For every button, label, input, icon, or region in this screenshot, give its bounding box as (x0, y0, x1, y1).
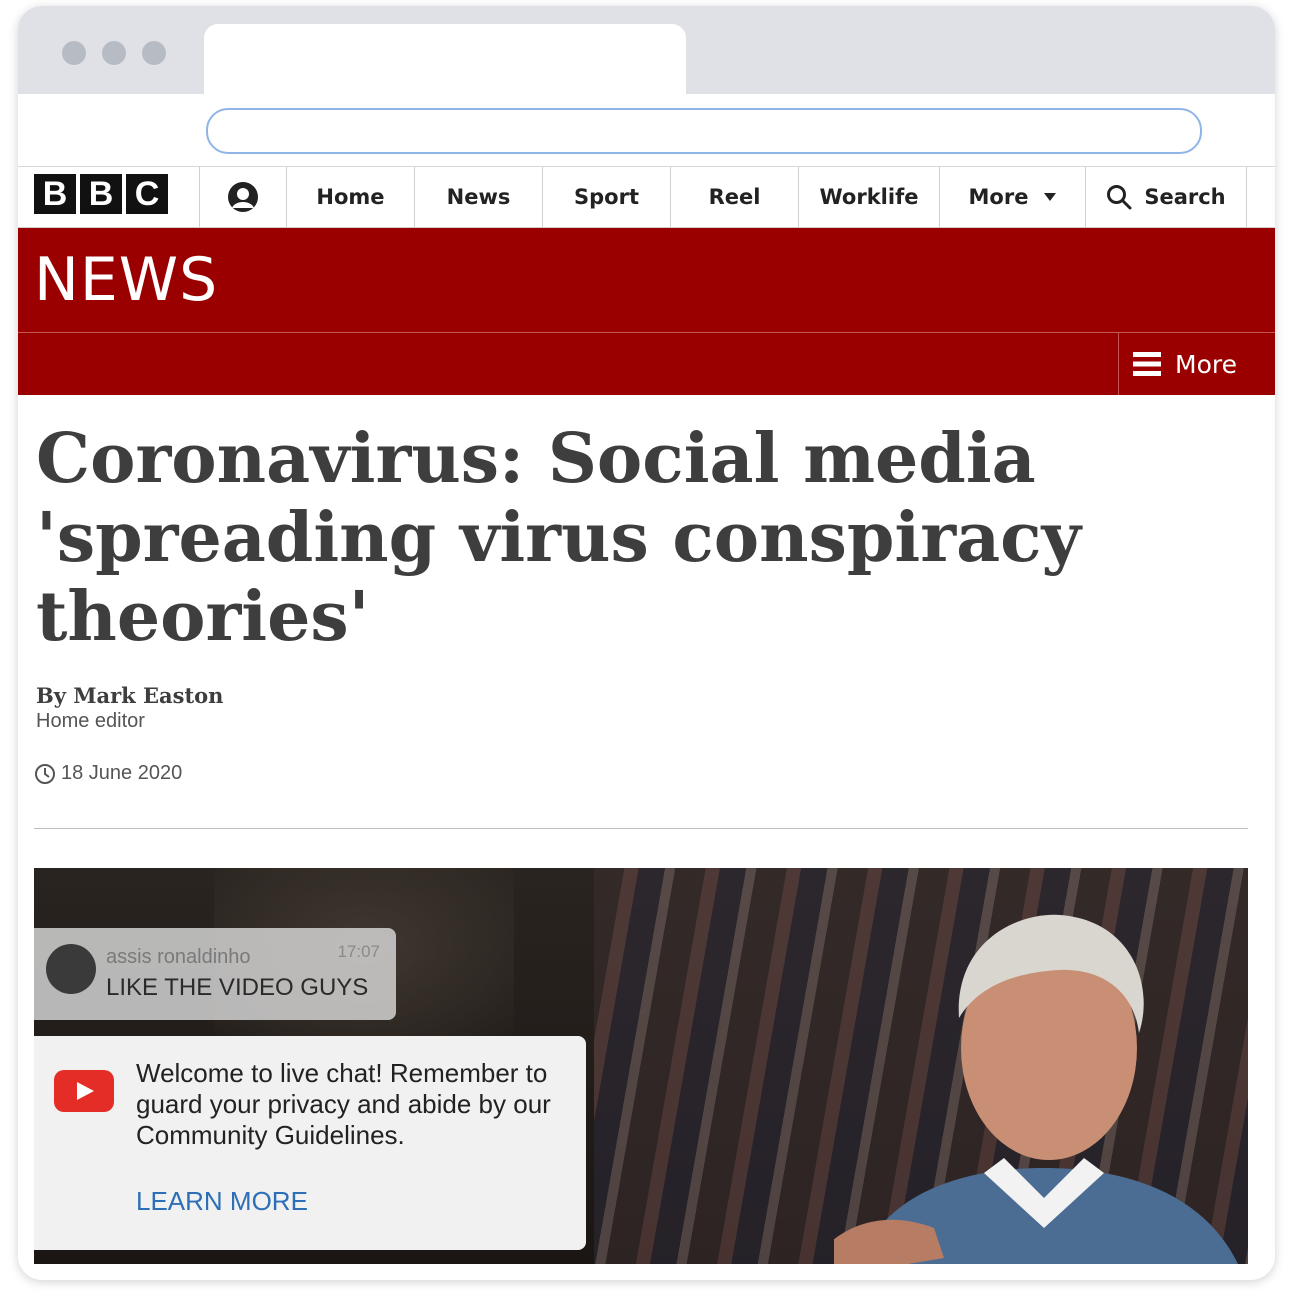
search-icon (1107, 185, 1132, 210)
article-byline: By Mark Easton (36, 683, 224, 708)
article-date-text: 18 June 2020 (61, 762, 183, 784)
youtube-icon (54, 1070, 114, 1112)
bbc-logo-letter: B (80, 174, 122, 214)
live-chat-notice-text: Welcome to live chat! Remember to guard … (136, 1058, 551, 1150)
news-wordmark[interactable]: NEWS (34, 244, 218, 316)
chat-username: assis ronaldinho (106, 946, 251, 968)
bbc-logo-letter: C (126, 174, 168, 214)
nav-item-more[interactable]: More (939, 167, 1085, 227)
address-bar[interactable] (206, 108, 1202, 154)
address-bar-row (18, 94, 1275, 167)
interviewee-image (834, 914, 1238, 1264)
divider (34, 828, 1248, 829)
close-window-dot[interactable] (62, 41, 86, 65)
article-date: 18 June 2020 (34, 762, 182, 785)
hamburger-menu-icon (1133, 352, 1161, 376)
chat-user-avatar (46, 944, 96, 994)
search-label: Search (1144, 185, 1226, 209)
bbc-logo-letter: B (34, 174, 76, 214)
search-button[interactable]: Search (1085, 167, 1247, 227)
news-more-menu-button[interactable]: More (1118, 333, 1275, 395)
nav-item-reel[interactable]: Reel (670, 167, 798, 227)
account-button[interactable] (199, 167, 286, 227)
news-subnav-band: More (18, 333, 1275, 395)
nav-more-label: More (968, 185, 1029, 209)
author-role: Home editor (36, 710, 145, 732)
nav-item-worklife[interactable]: Worklife (798, 167, 939, 227)
nav-item-sport[interactable]: Sport (542, 167, 670, 227)
minimize-window-dot[interactable] (102, 41, 126, 65)
nav-item-home[interactable]: Home (286, 167, 414, 227)
article-video-still[interactable]: assis ronaldinho 17:07 LIKE THE VIDEO GU… (34, 868, 1248, 1264)
browser-window: B B C Home News Sport Reel Worklife More… (18, 6, 1275, 1280)
bbc-navigation-bar: B B C Home News Sport Reel Worklife More… (18, 167, 1275, 228)
browser-titlebar (18, 6, 1275, 104)
live-chat-notice: Welcome to live chat! Remember to guard … (34, 1036, 586, 1250)
chat-message-text: LIKE THE VIDEO GUYS (106, 974, 369, 1001)
live-chat-message: assis ronaldinho 17:07 LIKE THE VIDEO GU… (34, 928, 396, 1020)
news-header-band: NEWS (18, 228, 1275, 333)
learn-more-link[interactable]: LEARN MORE (136, 1186, 308, 1217)
clock-icon (35, 763, 55, 784)
news-more-label: More (1175, 349, 1237, 379)
maximize-window-dot[interactable] (142, 41, 166, 65)
nav-item-news[interactable]: News (414, 167, 542, 227)
article-headline: Coronavirus: Social media 'spreading vir… (36, 419, 1082, 657)
browser-tab[interactable] (204, 24, 686, 104)
bbc-logo[interactable]: B B C (34, 174, 168, 214)
chat-timestamp: 17:07 (337, 942, 380, 961)
caret-down-icon (1044, 193, 1057, 201)
account-icon (228, 182, 258, 212)
